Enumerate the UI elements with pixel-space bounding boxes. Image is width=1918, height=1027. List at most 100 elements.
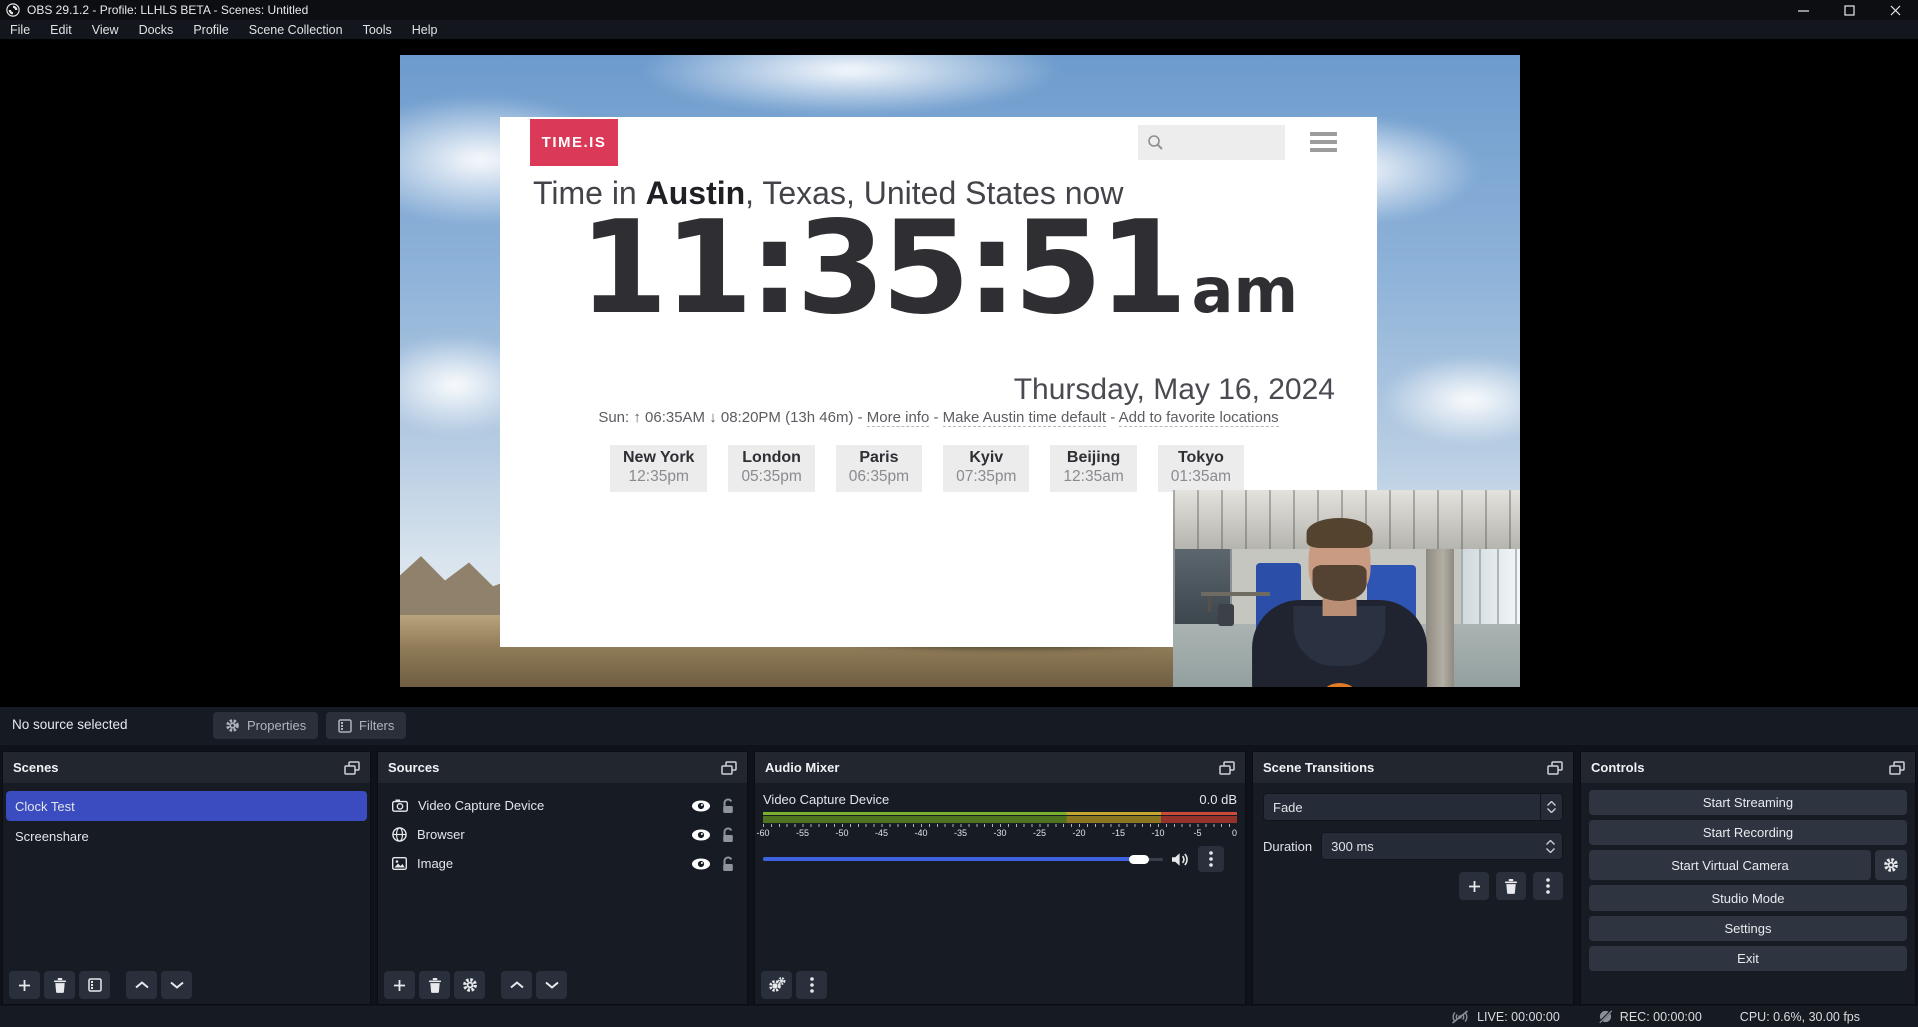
source-item-image[interactable]: Image — [378, 849, 747, 878]
settings-button[interactable]: Settings — [1589, 916, 1907, 941]
controls-dock-header[interactable]: Controls — [1581, 752, 1915, 783]
mixer-dock-header[interactable]: Audio Mixer — [755, 752, 1245, 783]
cpu-fps-stats: CPU: 0.6%, 30.00 fps — [1740, 1010, 1860, 1024]
globe-icon — [392, 827, 407, 842]
source-item-video-capture[interactable]: Video Capture Device — [378, 791, 747, 820]
menu-docks[interactable]: Docks — [129, 20, 184, 39]
add-transition-button[interactable] — [1459, 872, 1489, 900]
chevron-down-icon — [170, 981, 184, 989]
popup-icon[interactable] — [1547, 761, 1563, 775]
volume-slider-handle[interactable] — [1129, 855, 1149, 864]
timeis-sun-line: Sun: ↑ 06:35AM ↓ 08:20PM (13h 46m) - Mor… — [500, 409, 1377, 426]
eye-icon[interactable] — [691, 829, 711, 841]
sun-times: Sun: ↑ 06:35AM ↓ 08:20PM (13h 46m) - — [598, 409, 866, 426]
move-source-up-button[interactable] — [501, 971, 532, 999]
menu-scene-collection[interactable]: Scene Collection — [239, 20, 353, 39]
timeis-logo: TIME.IS — [530, 119, 618, 166]
program-canvas[interactable]: TIME.IS Time in Austin, Texas, United St… — [400, 55, 1520, 687]
popup-icon[interactable] — [721, 761, 737, 775]
scene-label: Clock Test — [15, 799, 75, 814]
scene-filters-button[interactable] — [79, 971, 110, 999]
eye-icon[interactable] — [691, 858, 711, 870]
menu-view[interactable]: View — [82, 20, 129, 39]
menu-edit[interactable]: Edit — [40, 20, 82, 39]
lock-open-icon[interactable] — [721, 798, 735, 814]
duration-spinbox[interactable]: 300 ms — [1321, 832, 1563, 860]
duration-value: 300 ms — [1322, 839, 1542, 854]
transition-value: Fade — [1264, 800, 1540, 815]
transition-select[interactable]: Fade — [1263, 793, 1563, 821]
city-beijing: Beijing12:35am — [1050, 445, 1136, 492]
studio-mode-button[interactable]: Studio Mode — [1589, 885, 1907, 910]
close-icon[interactable] — [1872, 0, 1918, 20]
sources-toolbar — [384, 970, 741, 1000]
source-properties-button[interactable] — [454, 971, 485, 999]
advanced-audio-button[interactable] — [761, 971, 792, 999]
scene-item-clock-test[interactable]: Clock Test — [6, 791, 367, 821]
controls-dock: Controls Start Streaming Start Recording… — [1580, 751, 1916, 1005]
menu-tools[interactable]: Tools — [353, 20, 402, 39]
scene-item-screenshare[interactable]: Screenshare — [6, 821, 367, 851]
menu-help[interactable]: Help — [402, 20, 448, 39]
transition-select-arrows[interactable] — [1540, 794, 1562, 820]
controls-body: Start Streaming Start Recording Start Vi… — [1581, 783, 1915, 971]
minimize-icon[interactable] — [1780, 0, 1826, 20]
move-source-down-button[interactable] — [536, 971, 567, 999]
sources-dock: Sources Video Capture Device Browser Ima… — [377, 751, 748, 1005]
remove-source-button[interactable] — [419, 971, 450, 999]
city-london: London05:35pm — [728, 445, 814, 492]
properties-button[interactable]: Properties — [213, 712, 318, 739]
remove-transition-button[interactable] — [1496, 872, 1526, 900]
mixer-channel-menu-button[interactable] — [1198, 846, 1224, 872]
filters-button[interactable]: Filters — [326, 712, 406, 739]
city-time: 05:35pm — [741, 468, 801, 486]
popup-icon[interactable] — [1219, 761, 1235, 775]
sources-title: Sources — [388, 760, 439, 775]
move-scene-up-button[interactable] — [126, 971, 157, 999]
scene-transitions-dock: Scene Transitions Fade Duration 300 ms — [1252, 751, 1574, 1005]
controls-title: Controls — [1591, 760, 1644, 775]
speaker-icon[interactable] — [1171, 852, 1190, 867]
exit-button[interactable]: Exit — [1589, 946, 1907, 971]
source-item-browser[interactable]: Browser — [378, 820, 747, 849]
hamburger-icon — [1310, 132, 1337, 152]
menu-profile[interactable]: Profile — [183, 20, 238, 39]
popup-icon[interactable] — [1889, 761, 1905, 775]
menu-file[interactable]: File — [0, 20, 40, 39]
tick-label: -55 — [796, 828, 809, 838]
eye-icon[interactable] — [691, 800, 711, 812]
transition-properties-button[interactable] — [1533, 872, 1563, 900]
meter-scale: -60 -55 -50 -45 -40 -35 -30 -25 -20 -15 … — [763, 824, 1237, 840]
add-source-button[interactable] — [384, 971, 415, 999]
scenes-toolbar — [9, 970, 364, 1000]
popup-icon[interactable] — [344, 761, 360, 775]
scenes-dock-header[interactable]: Scenes — [3, 752, 370, 783]
city-tokyo: Tokyo01:35am — [1158, 445, 1244, 492]
start-streaming-button[interactable]: Start Streaming — [1589, 790, 1907, 815]
transitions-dock-header[interactable]: Scene Transitions — [1253, 752, 1573, 783]
lock-open-icon[interactable] — [721, 856, 735, 872]
stream-inactive-icon — [1450, 1010, 1470, 1024]
chevron-down-icon — [1547, 808, 1556, 813]
remove-scene-button[interactable] — [44, 971, 75, 999]
start-recording-button[interactable]: Start Recording — [1589, 820, 1907, 845]
scenes-title: Scenes — [13, 760, 59, 775]
webcam-source[interactable] — [1173, 490, 1520, 687]
source-list: Video Capture Device Browser Image — [378, 783, 747, 971]
move-scene-down-button[interactable] — [161, 971, 192, 999]
scene-list: Clock Test Screenshare — [3, 783, 370, 971]
mixer-menu-button[interactable] — [796, 971, 827, 999]
dots-icon — [1546, 878, 1550, 894]
city-name: Beijing — [1063, 449, 1123, 467]
volume-slider[interactable] — [763, 855, 1163, 864]
lock-open-icon[interactable] — [721, 827, 735, 843]
separator: - — [929, 409, 942, 426]
add-scene-button[interactable] — [9, 971, 40, 999]
city-name: New York — [623, 449, 694, 467]
timeis-search-box — [1138, 125, 1285, 160]
virtual-camera-config-button[interactable] — [1875, 850, 1907, 880]
start-virtual-camera-button[interactable]: Start Virtual Camera — [1589, 850, 1871, 880]
maximize-icon[interactable] — [1826, 0, 1872, 20]
sources-dock-header[interactable]: Sources — [378, 752, 747, 783]
duration-spin-arrows[interactable] — [1542, 840, 1562, 853]
